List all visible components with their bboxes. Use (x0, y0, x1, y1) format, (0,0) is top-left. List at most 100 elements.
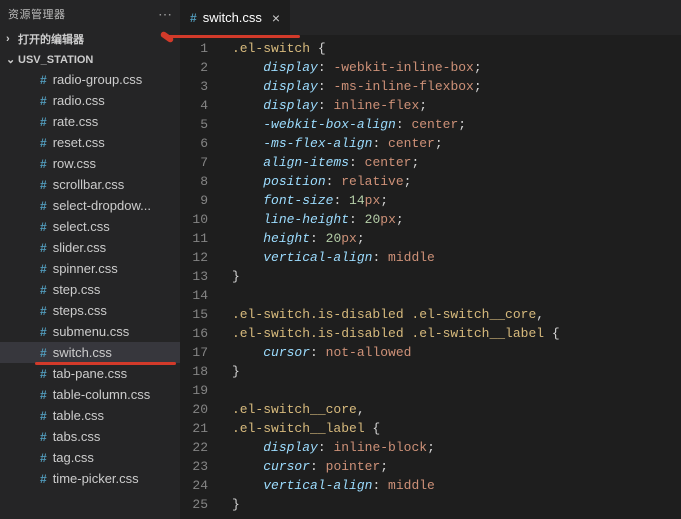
line-number: 15 (180, 305, 208, 324)
file-name: reset.css (53, 135, 105, 150)
css-file-icon: # (40, 262, 47, 276)
file-name: select.css (53, 219, 110, 234)
css-file-icon: # (40, 430, 47, 444)
line-number: 6 (180, 134, 208, 153)
code-line: cursor: pointer; (232, 457, 681, 476)
css-file-icon: # (40, 94, 47, 108)
file-item[interactable]: # slider.css (0, 237, 180, 258)
section-open-editors[interactable]: › 打开的编辑器 (0, 28, 180, 50)
line-number: 11 (180, 229, 208, 248)
tab-bar: # switch.css × (180, 0, 681, 35)
ellipsis-icon[interactable]: ⋯ (158, 6, 172, 23)
line-number: 24 (180, 476, 208, 495)
file-item[interactable]: # tab-pane.css (0, 363, 180, 384)
line-number: 25 (180, 495, 208, 514)
file-item[interactable]: # time-picker.css (0, 468, 180, 489)
css-file-icon: # (40, 472, 47, 486)
file-item[interactable]: #steps.css (0, 300, 180, 321)
code-line: display: -webkit-inline-box; (232, 58, 681, 77)
file-item[interactable]: # step.css (0, 279, 180, 300)
code-line: line-height: 20px; (232, 210, 681, 229)
file-item[interactable]: # switch.css (0, 342, 180, 363)
file-item[interactable]: # select-dropdow... (0, 195, 180, 216)
code-content[interactable]: .el-switch { display: -webkit-inline-box… (220, 35, 681, 519)
line-number: 12 (180, 248, 208, 267)
file-name: switch.css (53, 345, 112, 360)
close-icon[interactable]: × (268, 10, 280, 26)
code-line: font-size: 14px; (232, 191, 681, 210)
line-number: 14 (180, 286, 208, 305)
line-number: 9 (180, 191, 208, 210)
code-line: align-items: center; (232, 153, 681, 172)
code-line: .el-switch.is-disabled .el-switch__label… (232, 324, 681, 343)
file-item[interactable]: # row.css (0, 153, 180, 174)
file-name: step.css (53, 282, 101, 297)
explorer-header: 资源管理器 ⋯ (0, 0, 180, 28)
css-file-icon: # (40, 325, 47, 339)
css-file-icon: # (40, 241, 47, 255)
code-line: height: 20px; (232, 229, 681, 248)
code-line: } (232, 362, 681, 381)
section-workspace[interactable]: ⌄ USV_STATION (0, 50, 180, 69)
css-file-icon: # (40, 346, 47, 360)
file-item[interactable]: #rate.css (0, 111, 180, 132)
file-name: select-dropdow... (53, 198, 151, 213)
file-name: slider.css (53, 240, 106, 255)
code-line: position: relative; (232, 172, 681, 191)
css-file-icon: # (40, 115, 47, 129)
file-item[interactable]: # reset.css (0, 132, 180, 153)
file-name: tabs.css (53, 429, 101, 444)
file-name: time-picker.css (53, 471, 139, 486)
file-name: table-column.css (53, 387, 151, 402)
file-item[interactable]: # table-column.css (0, 384, 180, 405)
line-number: 2 (180, 58, 208, 77)
file-name: tab-pane.css (53, 366, 127, 381)
css-file-icon: # (190, 11, 197, 25)
line-number: 10 (180, 210, 208, 229)
css-file-icon: # (40, 199, 47, 213)
code-line (232, 381, 681, 400)
css-file-icon: # (40, 136, 47, 150)
css-file-icon: # (40, 388, 47, 402)
file-item[interactable]: #table.css (0, 405, 180, 426)
code-editor[interactable]: 1234567891011121314151617181920212223242… (180, 35, 681, 519)
code-line: vertical-align: middle (232, 248, 681, 267)
file-item[interactable]: #submenu.css (0, 321, 180, 342)
file-item[interactable]: # select.css (0, 216, 180, 237)
explorer-title: 资源管理器 (8, 6, 66, 22)
file-item[interactable]: #spinner.css (0, 258, 180, 279)
css-file-icon: # (40, 157, 47, 171)
line-number: 19 (180, 381, 208, 400)
css-file-icon: # (40, 283, 47, 297)
code-line: -webkit-box-align: center; (232, 115, 681, 134)
css-file-icon: # (40, 220, 47, 234)
line-number: 16 (180, 324, 208, 343)
file-name: steps.css (53, 303, 107, 318)
code-line: .el-switch.is-disabled .el-switch__core, (232, 305, 681, 324)
file-name: row.css (53, 156, 96, 171)
file-item[interactable]: #scrollbar.css (0, 174, 180, 195)
line-number: 5 (180, 115, 208, 134)
code-line: } (232, 495, 681, 514)
line-number-gutter: 1234567891011121314151617181920212223242… (180, 35, 220, 519)
code-line: vertical-align: middle (232, 476, 681, 495)
line-number: 18 (180, 362, 208, 381)
file-item[interactable]: #tag.css (0, 447, 180, 468)
file-item[interactable]: #radio.css (0, 90, 180, 111)
line-number: 8 (180, 172, 208, 191)
section-label: 打开的编辑器 (18, 31, 84, 47)
file-item[interactable]: # tabs.css (0, 426, 180, 447)
code-line: cursor: not-allowed (232, 343, 681, 362)
line-number: 3 (180, 77, 208, 96)
chevron-down-icon: ⌄ (6, 53, 18, 66)
line-number: 23 (180, 457, 208, 476)
line-number: 22 (180, 438, 208, 457)
file-item[interactable]: #radio-group.css (0, 69, 180, 90)
sidebar: 资源管理器 ⋯ › 打开的编辑器 ⌄ USV_STATION #radio-gr… (0, 0, 180, 519)
line-number: 7 (180, 153, 208, 172)
css-file-icon: # (40, 367, 47, 381)
code-line: .el-switch__core, (232, 400, 681, 419)
file-list: #radio-group.css#radio.css#rate.css#rese… (0, 69, 180, 519)
tab-switch-css[interactable]: # switch.css × (180, 0, 290, 35)
tab-label: switch.css (203, 10, 262, 25)
